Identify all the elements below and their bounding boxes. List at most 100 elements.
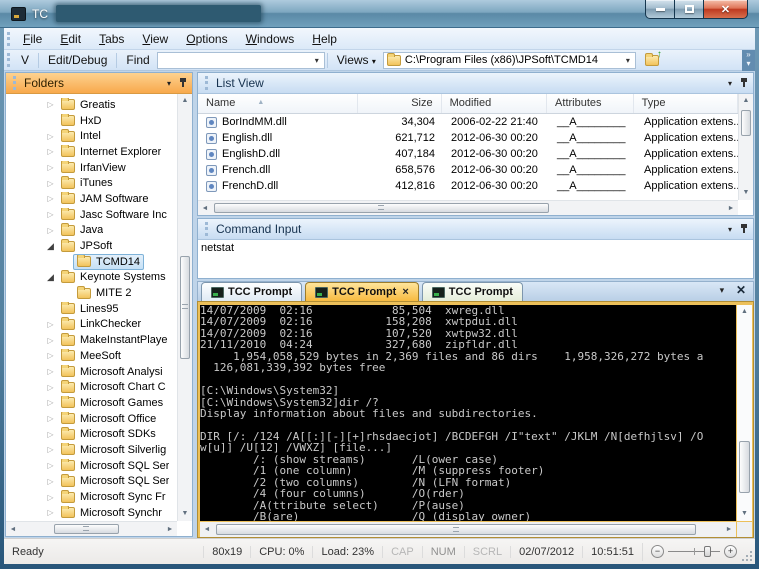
list-vertical-scrollbar[interactable]: ▲ ▼ (738, 94, 753, 200)
up-one-level-button[interactable]: ↑ (640, 49, 664, 69)
tree-item[interactable]: ▷ MakeInstantPlaye (6, 332, 177, 348)
tree-item[interactable]: HxD (6, 113, 177, 129)
scrollbar-thumb[interactable] (216, 524, 696, 535)
tree-collapse-icon[interactable]: ◢ (44, 272, 57, 283)
table-row[interactable]: English.dll 621,712 2012-06-30 00:20 __A___… (198, 130, 738, 146)
tree-item[interactable]: ▷ Java (6, 223, 177, 239)
tab-tcc-prompt-2-active[interactable]: TCC Prompt × (305, 282, 419, 301)
tab-list-dropdown-icon[interactable]: ▾ (716, 285, 728, 296)
chevron-down-icon[interactable]: ▾ (163, 79, 175, 88)
scroll-down-icon[interactable]: ▼ (739, 186, 753, 200)
close-tab-icon[interactable]: ✕ (736, 283, 746, 297)
tree-item[interactable]: ◢ Keynote Systems (6, 270, 177, 286)
find-input[interactable] (157, 53, 303, 67)
minimize-button[interactable] (645, 0, 675, 19)
find-combobox[interactable]: ▾ (156, 51, 325, 69)
tree-expand-icon[interactable]: ▷ (44, 336, 57, 345)
tree-item-body[interactable]: Microsoft Synchr (57, 505, 166, 521)
scroll-right-icon[interactable]: ► (163, 526, 177, 533)
column-header-size[interactable]: Size (358, 94, 442, 113)
column-header-type[interactable]: Type (634, 94, 739, 113)
tree-expand-icon[interactable]: ▷ (44, 398, 57, 407)
views-button[interactable]: Views ▾ (330, 51, 383, 69)
tree-item-body[interactable]: Microsoft Sync Fr (57, 489, 170, 505)
column-header-modified[interactable]: Modified (442, 94, 548, 113)
scroll-down-icon[interactable]: ▼ (737, 507, 752, 521)
tree-item[interactable]: ▷ Internet Explorer (6, 144, 177, 160)
scrollbar-thumb[interactable] (180, 256, 190, 359)
tree-expand-icon[interactable]: ▷ (44, 132, 57, 141)
resize-grip[interactable] (741, 539, 755, 564)
tree-item[interactable]: ▷ Microsoft Sync Fr (6, 489, 177, 505)
tree-item[interactable]: MITE 2 (6, 285, 177, 301)
menu-item-view[interactable]: View (133, 29, 177, 49)
tree-item-body[interactable]: Microsoft Silverlig (57, 442, 170, 458)
chevron-down-icon[interactable]: ▾ (724, 79, 736, 88)
zoom-slider-thumb[interactable] (704, 546, 712, 557)
pin-icon[interactable] (740, 223, 749, 235)
list-view-header[interactable]: List View ▾ (198, 73, 753, 94)
close-button[interactable]: ✕ (703, 0, 748, 19)
table-row[interactable]: FrenchD.dll 412,816 2012-06-30 00:20 __A___… (198, 178, 738, 194)
chevron-down-icon[interactable]: ▾ (621, 56, 635, 65)
tree-item[interactable]: ▷ Microsoft Office (6, 411, 177, 427)
tree-expand-icon[interactable]: ▷ (44, 367, 57, 376)
tree-expand-icon[interactable]: ▷ (44, 351, 57, 360)
scroll-left-icon[interactable]: ◄ (6, 526, 20, 533)
console-vertical-scrollbar[interactable]: ▲ ▼ (737, 305, 752, 521)
tree-item[interactable]: ▷ Microsoft Synchr (6, 505, 177, 521)
tree-item-body[interactable]: HxD (57, 113, 105, 129)
scrollbar-thumb[interactable] (214, 203, 549, 213)
tree-item-body[interactable]: Microsoft SQL Ser (57, 473, 173, 489)
zoom-slider[interactable] (668, 545, 720, 558)
menu-item-help[interactable]: Help (303, 29, 346, 49)
tree-expand-icon[interactable]: ▷ (44, 194, 57, 203)
menu-item-edit[interactable]: Edit (51, 29, 90, 49)
folders-panel-header[interactable]: Folders ▾ (6, 73, 192, 94)
menu-item-tabs[interactable]: Tabs (90, 29, 133, 49)
tree-item-body[interactable]: Microsoft Analysi (57, 364, 167, 380)
tree-expand-icon[interactable]: ▷ (44, 461, 57, 470)
zoom-in-button[interactable]: + (724, 545, 737, 558)
tree-item-body[interactable]: Microsoft Games (57, 395, 167, 411)
tree-item-body[interactable]: Microsoft SDKs (57, 426, 160, 442)
pin-icon[interactable] (179, 77, 188, 89)
scroll-up-icon[interactable]: ▲ (739, 94, 753, 108)
menu-item-windows[interactable]: Windows (237, 29, 304, 49)
menu-item-file[interactable]: File (14, 29, 51, 49)
list-horizontal-scrollbar[interactable]: ◄ ► (198, 200, 738, 215)
tree-item-body[interactable]: Internet Explorer (57, 144, 165, 160)
tree-item-body[interactable]: LinkChecker (57, 316, 145, 332)
column-header-attributes[interactable]: Attributes (547, 94, 634, 113)
tree-item-body[interactable]: TCMD14 (73, 253, 145, 270)
tree-expand-icon[interactable]: ▷ (44, 383, 57, 392)
scroll-up-icon[interactable]: ▲ (737, 305, 752, 319)
console-output[interactable]: 14/07/2009 02:16 85,504 xwreg.dll 14/07/… (200, 305, 736, 521)
tree-expand-icon[interactable]: ▷ (44, 445, 57, 454)
console-horizontal-scrollbar[interactable]: ◄ ► (200, 522, 736, 537)
tree-item[interactable]: ▷ IrfanView (6, 160, 177, 176)
tree-expand-icon[interactable]: ▷ (44, 414, 57, 423)
scroll-left-icon[interactable]: ◄ (200, 526, 214, 533)
scrollbar-thumb[interactable] (739, 441, 750, 493)
tree-item-body[interactable]: iTunes (57, 175, 117, 191)
tree-item[interactable]: ◢ JPSoft (6, 238, 177, 254)
tree-item-body[interactable]: JAM Software (57, 191, 152, 207)
tree-item-body[interactable]: Java (57, 222, 107, 238)
tree-item[interactable]: ▷ Microsoft Analysi (6, 364, 177, 380)
tree-item[interactable]: ▷ JAM Software (6, 191, 177, 207)
tree-item-body[interactable]: JPSoft (57, 238, 116, 254)
tree-item[interactable]: TCMD14 (6, 253, 177, 270)
scrollbar-thumb[interactable] (53, 524, 119, 534)
pin-icon[interactable] (740, 77, 749, 89)
tree-item[interactable]: ▷ Microsoft SDKs (6, 426, 177, 442)
scroll-up-icon[interactable]: ▲ (178, 94, 192, 108)
tree-item[interactable]: ▷ Microsoft SQL Ser (6, 458, 177, 474)
scroll-right-icon[interactable]: ► (722, 526, 736, 533)
tab-tcc-prompt-1[interactable]: TCC Prompt (201, 282, 303, 301)
menubar-grip[interactable] (7, 31, 11, 46)
tree-item-body[interactable]: Jasc Software Inc (57, 207, 171, 223)
tree-expand-icon[interactable]: ▷ (44, 210, 57, 219)
column-header-name[interactable]: Name ▲ (198, 94, 359, 113)
tree-expand-icon[interactable]: ▷ (44, 477, 57, 486)
